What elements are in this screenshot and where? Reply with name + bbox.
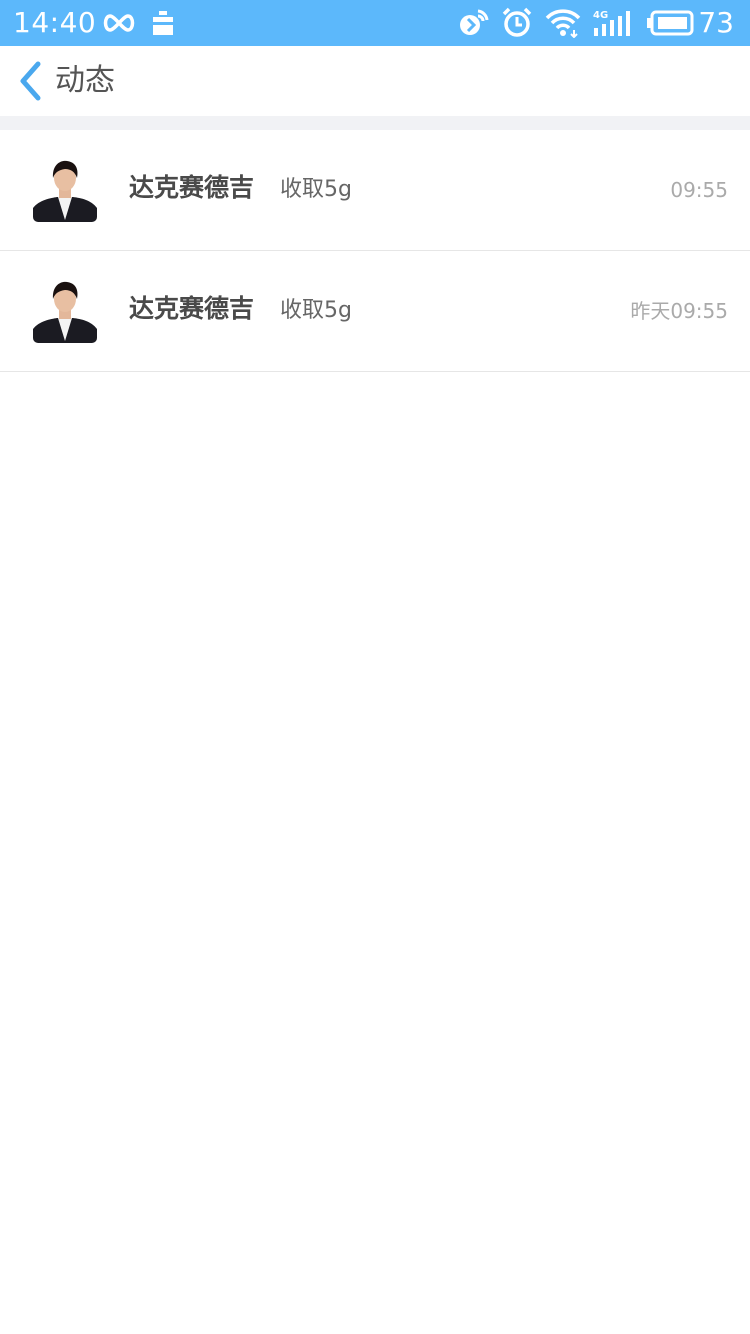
user-name: 达克赛德吉: [129, 294, 255, 323]
network-label: 4G: [593, 10, 608, 21]
page-title: 动态: [55, 63, 115, 98]
battery-icon: [646, 10, 694, 40]
alarm-icon: [501, 7, 533, 43]
list-item[interactable]: 达克赛德吉 收取5g 09:55: [0, 130, 750, 251]
infinity-icon: [101, 11, 137, 39]
user-avatar[interactable]: [33, 158, 97, 222]
wifi-icon: [545, 8, 581, 42]
list-item[interactable]: 达克赛德吉 收取5g 昨天09:55: [0, 251, 750, 372]
data-saver-icon: [458, 8, 490, 42]
user-avatar[interactable]: [33, 279, 97, 343]
activity-text: 收取5g: [280, 177, 352, 202]
back-button[interactable]: [14, 60, 50, 102]
signal-icon: 4G: [592, 8, 634, 42]
activity-list: 达克赛德吉 收取5g 09:55 达克赛德吉 收取5g 昨天09:55: [0, 130, 750, 372]
section-divider: [0, 116, 750, 130]
activity-text: 收取5g: [280, 298, 352, 323]
nav-bar: 动态: [0, 46, 750, 116]
status-time: 14:40: [13, 6, 97, 39]
status-bar: 14:40 4G 73: [0, 0, 750, 46]
user-name: 达克赛德吉: [129, 173, 255, 202]
timestamp: 昨天09:55: [630, 299, 728, 323]
chevron-left-icon: [20, 61, 41, 101]
notification-icon: [151, 10, 175, 40]
timestamp: 09:55: [670, 178, 728, 202]
battery-level: 73: [698, 6, 734, 39]
